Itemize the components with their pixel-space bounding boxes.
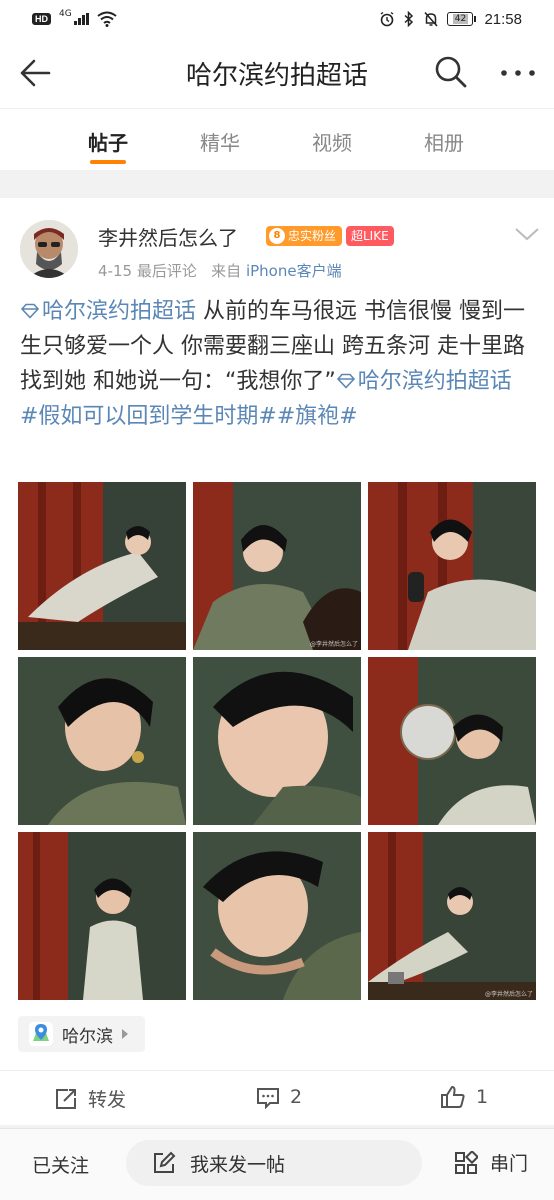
signal-icon xyxy=(73,13,89,25)
author-name[interactable]: 李井然后怎么了 xyxy=(98,222,238,251)
create-post-button[interactable]: 我来发一帖 xyxy=(126,1140,422,1186)
photo-grid: @李井然后怎么了 @李井然后怎么了 xyxy=(18,482,536,1000)
last-comment-label: 最后评论 xyxy=(136,262,197,280)
hd-badge: HD xyxy=(32,13,51,25)
edit-icon xyxy=(154,1151,176,1173)
comment-icon xyxy=(257,1088,279,1109)
tab-bar: 帖子 精华 视频 相册 xyxy=(0,108,554,170)
hashtag-links[interactable]: #假如可以回到学生时期##旗袍# xyxy=(20,404,358,429)
mute-bell-icon xyxy=(424,12,439,27)
post-meta: 4-15 最后评论 来自 iPhone客户端 xyxy=(98,260,342,281)
photo-thumbnail[interactable] xyxy=(193,832,361,1000)
bluetooth-icon xyxy=(404,11,414,27)
photo-thumbnail[interactable] xyxy=(18,832,186,1000)
photo-thumbnail[interactable] xyxy=(368,657,536,825)
battery-level: 42 xyxy=(452,14,469,24)
like-button[interactable]: 1 xyxy=(440,1085,488,1109)
photo-thumbnail[interactable] xyxy=(18,657,186,825)
tab-posts[interactable]: 帖子 xyxy=(78,127,138,156)
visit-label: 串门 xyxy=(490,1153,529,1175)
super-topic-link[interactable]: 哈尔滨约拍超话 xyxy=(20,299,196,324)
photo-thumbnail[interactable] xyxy=(18,482,186,650)
bottom-bar: 已关注 我来发一帖 串门 xyxy=(0,1128,554,1200)
loyal-fan-badge: 8 忠实粉丝 xyxy=(266,226,343,246)
active-tab-indicator xyxy=(90,160,126,164)
location-name: 哈尔滨 xyxy=(62,1026,113,1047)
avatar[interactable] xyxy=(20,220,78,278)
chevron-right-icon xyxy=(122,1029,128,1039)
status-bar: HD 4G 42 21:58 xyxy=(0,0,554,38)
section-divider xyxy=(0,170,554,198)
super-topic-link-2[interactable]: 哈尔滨约拍超话 xyxy=(336,369,512,394)
post-card[interactable]: 李井然后怎么了 8 忠实粉丝 超LIKE 4-15 最后评论 来自 iPhone客… xyxy=(0,198,554,1125)
post-actions: 转发 2 1 xyxy=(0,1070,554,1124)
photo-thumbnail[interactable]: @李井然后怎么了 xyxy=(368,832,536,1000)
more-options-icon[interactable] xyxy=(496,53,540,91)
location-tag[interactable]: 哈尔滨 xyxy=(18,1016,145,1052)
photo-watermark: @李井然后怎么了 xyxy=(484,991,533,998)
from-label: 来自 xyxy=(211,262,242,280)
comment-count: 2 xyxy=(290,1086,303,1108)
post-source: iPhone客户端 xyxy=(245,262,342,280)
location-pin-icon xyxy=(29,1022,53,1046)
repost-icon xyxy=(56,1088,76,1109)
photo-thumbnail[interactable] xyxy=(368,482,536,650)
alarm-icon xyxy=(381,11,394,27)
visit-button[interactable]: 串门 xyxy=(454,1149,528,1176)
thumbs-up-icon xyxy=(441,1085,465,1108)
like-count: 1 xyxy=(476,1086,489,1108)
chevron-down-icon[interactable] xyxy=(512,224,542,244)
grid-icon xyxy=(455,1150,478,1174)
photo-watermark: @李井然后怎么了 xyxy=(309,641,358,648)
photo-thumbnail[interactable] xyxy=(193,657,361,825)
navigation-bar: 哈尔滨约拍超话 xyxy=(0,38,554,108)
page-title: 哈尔滨约拍超话 xyxy=(185,61,368,91)
tab-videos[interactable]: 视频 xyxy=(302,127,362,156)
search-icon[interactable] xyxy=(432,53,470,91)
tab-album[interactable]: 相册 xyxy=(414,127,474,156)
repost-label: 转发 xyxy=(88,1089,127,1111)
super-like-badge: 超LIKE xyxy=(346,226,394,246)
diamond-icon xyxy=(336,373,355,389)
fan-level: 8 xyxy=(269,228,285,244)
network-type: 4G xyxy=(59,9,72,19)
tab-featured[interactable]: 精华 xyxy=(190,127,250,156)
diamond-icon xyxy=(20,303,40,319)
create-post-label: 我来发一帖 xyxy=(190,1153,286,1176)
fan-badge-label: 忠实粉丝 xyxy=(288,229,337,243)
post-text: 哈尔滨约拍超话 从前的车马很远 书信很慢 慢到一生只够爱一个人 你需要翻三座山 … xyxy=(20,294,536,434)
repost-button[interactable]: 转发 xyxy=(54,1085,126,1112)
post-date: 4-15 xyxy=(98,262,133,280)
followed-button[interactable]: 已关注 xyxy=(32,1151,89,1178)
wifi-icon xyxy=(97,11,117,27)
photo-thumbnail[interactable]: @李井然后怎么了 xyxy=(193,482,361,650)
comment-button[interactable]: 2 xyxy=(256,1085,302,1109)
battery-icon: 42 xyxy=(447,12,477,26)
clock: 21:58 xyxy=(484,10,522,28)
